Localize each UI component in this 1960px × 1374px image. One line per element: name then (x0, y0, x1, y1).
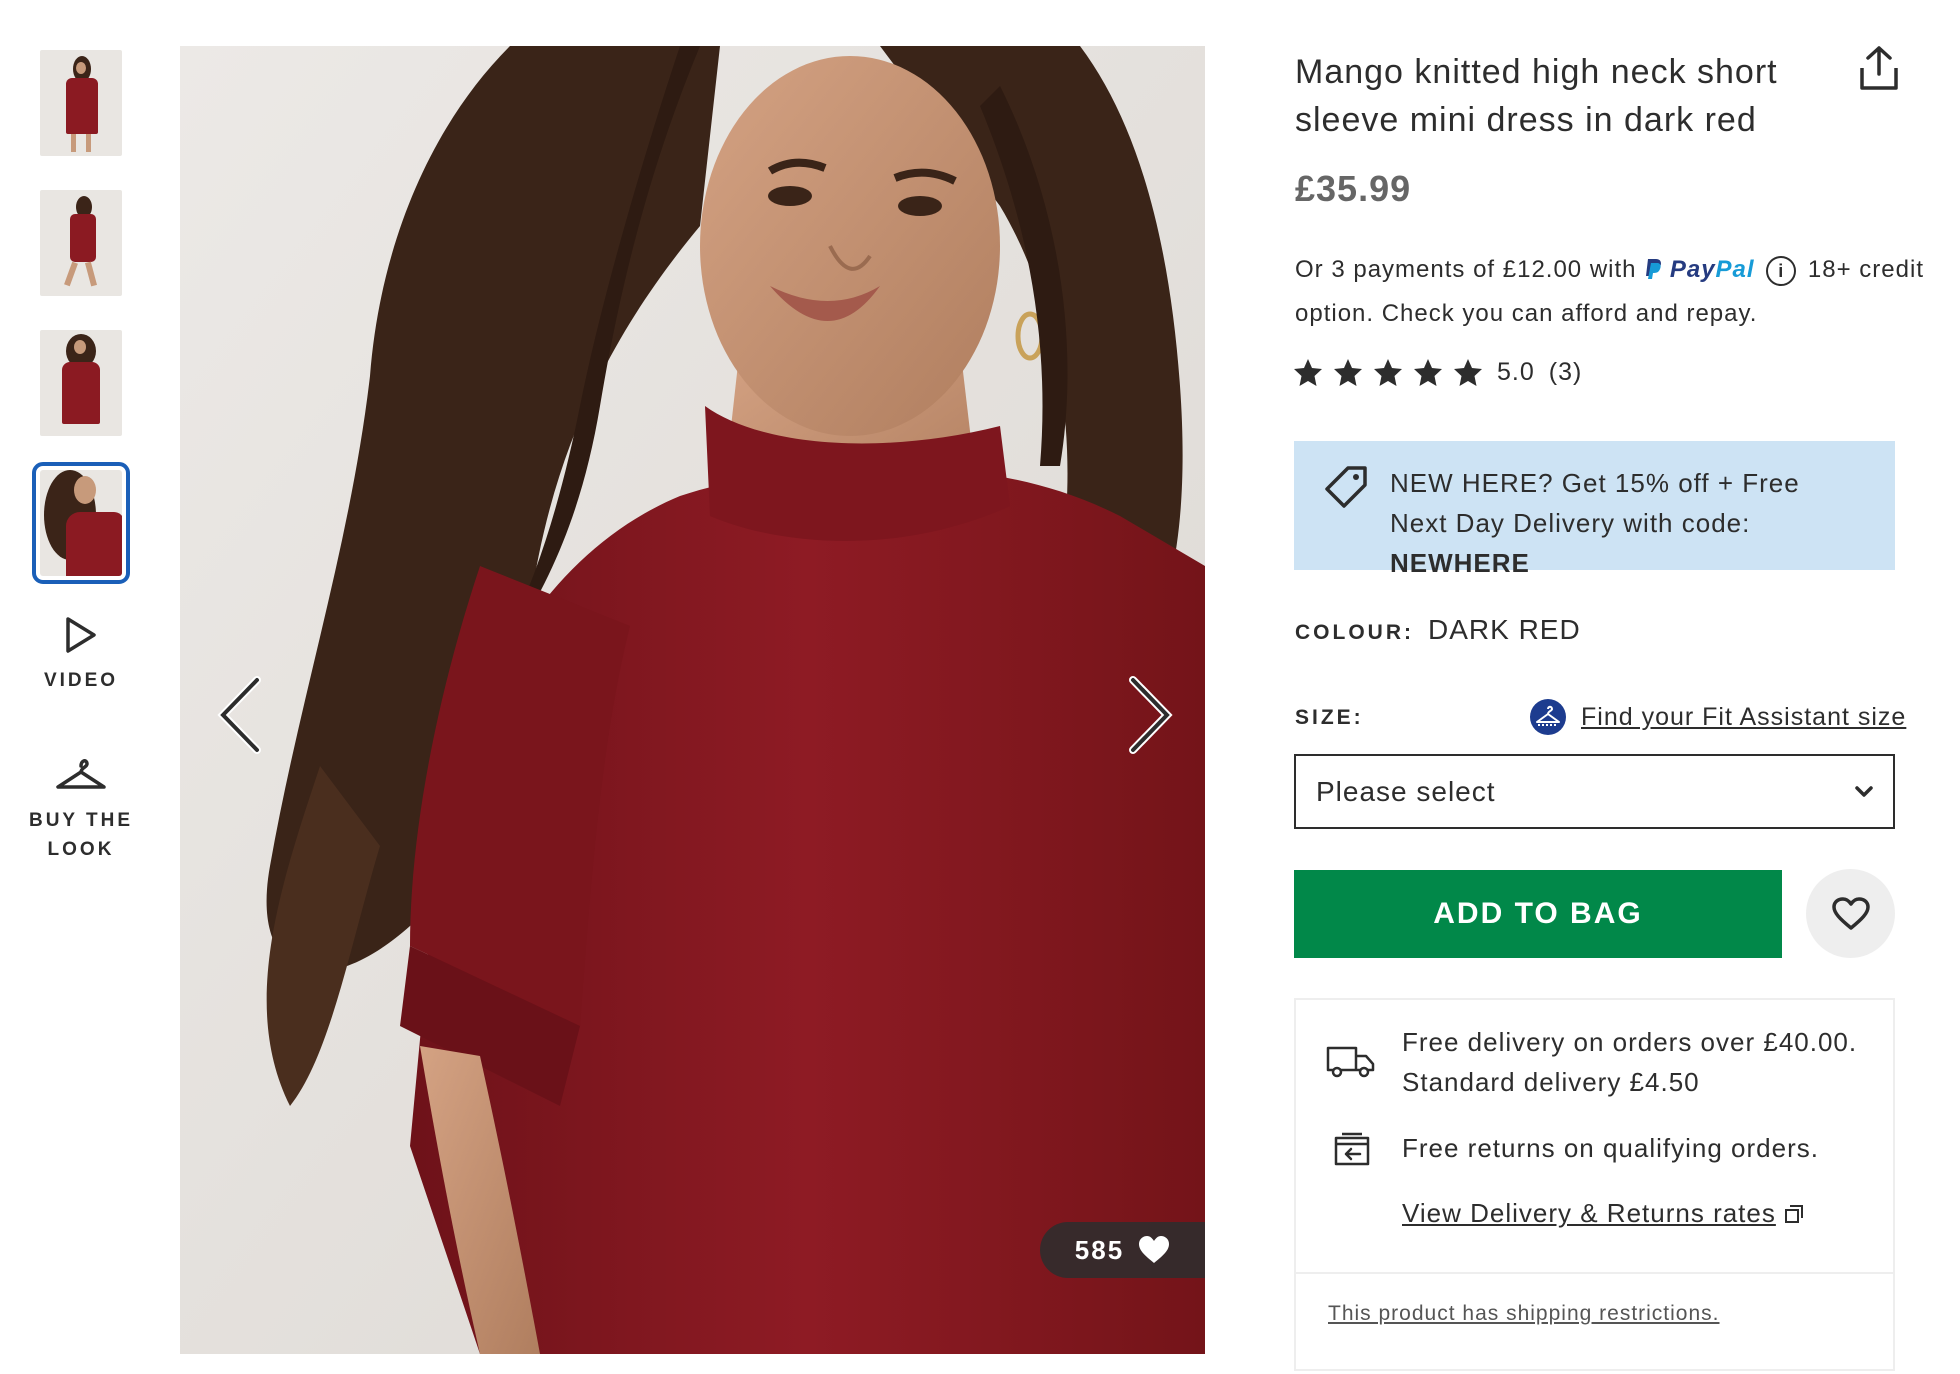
delivery-info-box: Free delivery on orders over £40.00. Sta… (1294, 998, 1895, 1371)
delivery-line-1: Free delivery on orders over £40.00. (1402, 1027, 1858, 1057)
video-label: VIDEO (43, 670, 119, 691)
play-icon (66, 617, 96, 653)
paypal-installments-text: Or 3 payments of £12.00 with PayPal i 18… (1295, 248, 1935, 336)
share-icon (1860, 46, 1898, 90)
paypal-p-icon (1646, 259, 1662, 279)
video-button[interactable]: VIDEO (20, 616, 142, 695)
view-delivery-returns-label: View Delivery & Returns rates (1402, 1198, 1776, 1228)
next-image-arrow[interactable] (1115, 670, 1185, 760)
rating-value: 5.0 (1497, 358, 1535, 386)
delivery-line-2: Standard delivery £4.50 (1402, 1067, 1700, 1097)
hanger-icon (56, 759, 106, 789)
paypal-brand-a: Pay (1669, 256, 1716, 283)
size-select-value: Please select (1316, 775, 1496, 807)
product-photo (180, 46, 1205, 1354)
promo-text: NEW HERE? Get 15% off + Free Next Day De… (1390, 468, 1800, 538)
size-select[interactable]: Please select (1294, 754, 1895, 829)
paypal-logo: PayPal (1644, 256, 1762, 283)
fit-assistant-link[interactable]: Find your Fit Assistant size (1529, 698, 1906, 736)
heart-filled-icon (1139, 1236, 1170, 1263)
chevron-down-icon (1855, 785, 1873, 797)
star-icon (1414, 359, 1442, 386)
product-price: £35.99 (1295, 168, 1412, 209)
share-button[interactable] (1856, 44, 1902, 92)
star-icon (1334, 359, 1362, 386)
fit-assistant-link-label: Find your Fit Assistant size (1581, 702, 1907, 731)
chevron-left-icon (217, 676, 261, 754)
chevron-right-icon (1129, 676, 1173, 754)
paypal-prefix: Or 3 payments of £12.00 with (1295, 256, 1637, 283)
fit-assistant-hanger-icon (1530, 699, 1566, 735)
rating-count: (3) (1548, 358, 1583, 386)
star-icon (1294, 359, 1322, 386)
info-icon[interactable]: i (1766, 255, 1797, 286)
delivery-truck-icon (1326, 1046, 1375, 1078)
delivery-divider (1296, 1272, 1893, 1274)
promo-code: NEWHERE (1390, 548, 1530, 578)
like-count: 585 (1074, 1234, 1125, 1265)
returns-text: Free returns on qualifying orders. (1402, 1133, 1819, 1163)
external-link-icon (1784, 1204, 1803, 1223)
colour-value: DARK RED (1428, 614, 1581, 645)
thumbnail-4-active[interactable] (32, 462, 130, 584)
heart-outline-icon (1831, 896, 1870, 930)
star-icon (1374, 359, 1402, 386)
buy-the-look-button[interactable]: BUY THE LOOK (20, 756, 142, 864)
main-product-image (180, 46, 1205, 1354)
returns-icon (1334, 1132, 1370, 1166)
thumbnail-2[interactable] (40, 190, 122, 296)
size-label: SIZE: (1295, 706, 1364, 729)
like-count-button[interactable]: 585 (1040, 1222, 1205, 1278)
colour-label: COLOUR: (1295, 621, 1414, 644)
star-icon (1454, 359, 1482, 386)
thumbnail-3[interactable] (40, 330, 122, 436)
product-title: Mango knitted high neck short sleeve min… (1295, 53, 1778, 139)
product-rating[interactable]: 5.0 (3) (1293, 358, 1582, 387)
buy-the-look-label-2: LOOK (47, 839, 115, 860)
price-tag-icon (1325, 466, 1367, 508)
colour-row: COLOUR: DARK RED (1295, 614, 1581, 646)
add-to-bag-button[interactable]: ADD TO BAG (1294, 870, 1782, 958)
thumbnail-1[interactable] (40, 50, 122, 156)
rating-stars (1293, 358, 1483, 387)
shipping-restrictions-link[interactable]: This product has shipping restrictions. (1328, 1302, 1720, 1326)
paypal-brand-b: Pal (1715, 256, 1755, 283)
previous-image-arrow[interactable] (205, 670, 275, 760)
new-customer-promo-banner: NEW HERE? Get 15% off + Free Next Day De… (1294, 441, 1895, 578)
save-for-later-button[interactable] (1806, 869, 1895, 958)
buy-the-look-label-1: BUY THE (28, 810, 134, 831)
view-delivery-returns-link[interactable]: View Delivery & Returns rates (1402, 1198, 1804, 1229)
